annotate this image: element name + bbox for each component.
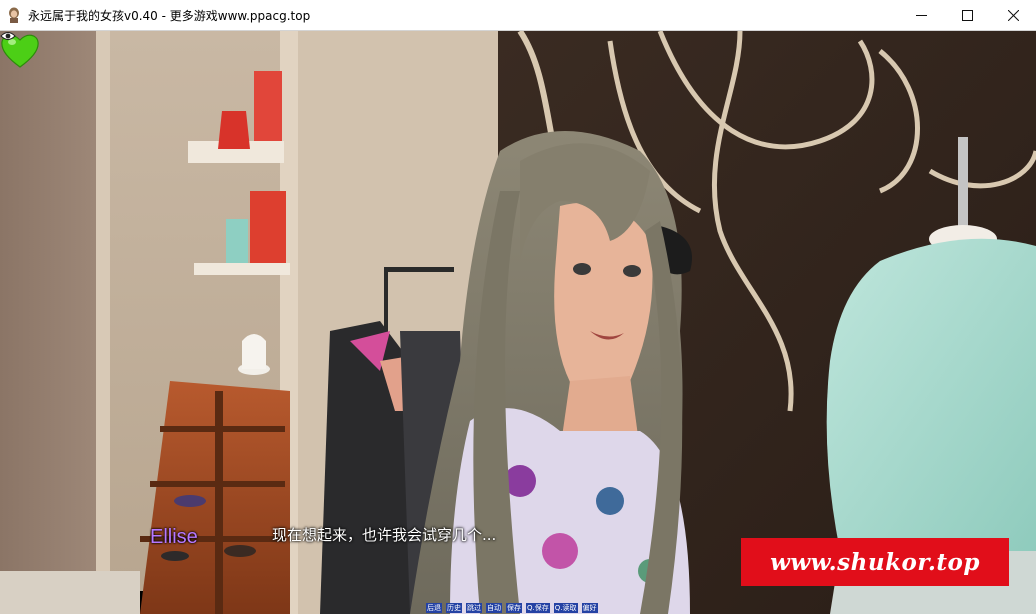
quick-menu-auto[interactable]: 自动 <box>486 602 502 613</box>
quick-menu-history[interactable]: 历史 <box>446 602 462 613</box>
window-titlebar[interactable]: 永远属于我的女孩v0.40 - 更多游戏www.ppacg.top <box>0 0 1036 31</box>
close-icon <box>1007 10 1019 21</box>
close-button[interactable] <box>990 0 1036 31</box>
game-scene[interactable]: Ellise 现在想起来，也许我会试穿几个... www.shukor.top … <box>0 31 1036 614</box>
quick-menu-preferences[interactable]: 偏好 <box>581 602 598 613</box>
window-title: 永远属于我的女孩v0.40 - 更多游戏www.ppacg.top <box>28 9 311 23</box>
minimize-button[interactable] <box>898 0 944 31</box>
minimize-icon <box>915 15 927 16</box>
quick-menu-quick-load[interactable]: Q.读取 <box>553 602 578 613</box>
maximize-icon <box>961 10 973 21</box>
eye-icon[interactable] <box>0 31 16 41</box>
quick-menu-skip[interactable]: 跳过 <box>466 602 482 613</box>
watermark-text: www.shukor.top <box>770 548 980 576</box>
quick-menu-quick-save[interactable]: Q.保存 <box>526 602 550 613</box>
maximize-button[interactable] <box>944 0 990 31</box>
app-icon <box>9 7 19 23</box>
dialogue-text[interactable]: 现在想起来，也许我会试穿几个... <box>272 524 496 545</box>
quick-menu-back[interactable]: 后退 <box>426 602 442 613</box>
quick-menu: 后退 历史 跳过 自动 保存 Q.保存 Q.读取 偏好 <box>426 602 598 613</box>
quick-menu-save[interactable]: 保存 <box>506 602 522 613</box>
watermark-banner: www.shukor.top <box>741 538 1009 586</box>
speaker-name: Ellise <box>150 526 198 548</box>
